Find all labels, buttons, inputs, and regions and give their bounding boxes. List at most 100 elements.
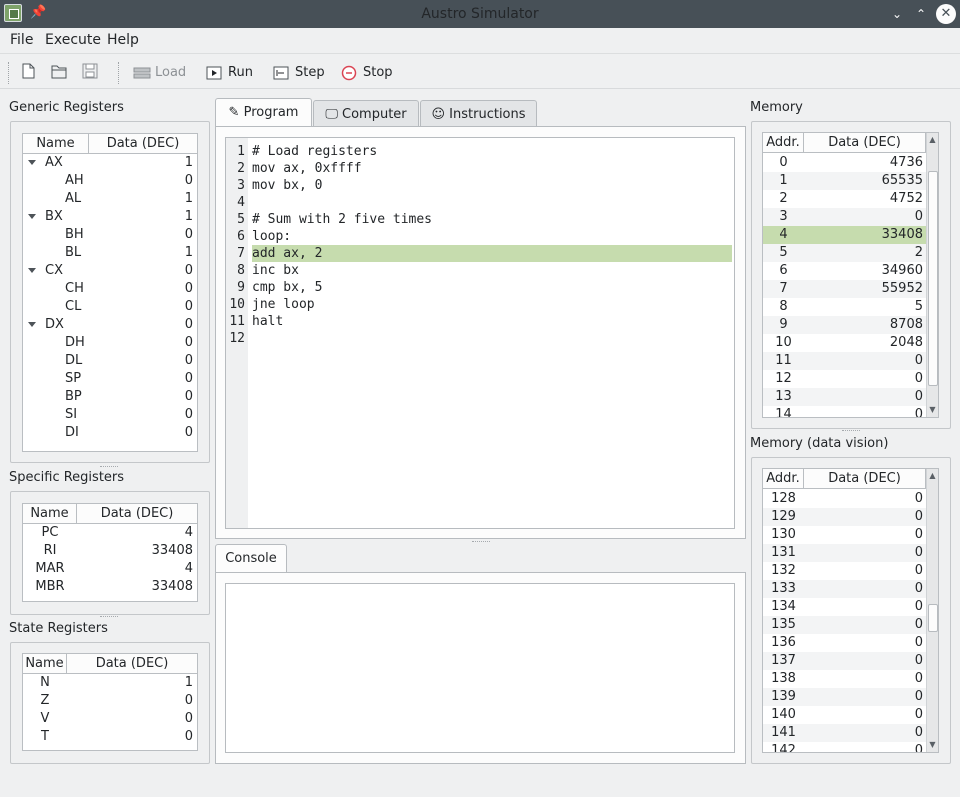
minimize-icon[interactable]: ⌄ — [888, 5, 906, 23]
memory-row[interactable]: 134 0 — [763, 598, 926, 616]
splitter-handle[interactable] — [100, 466, 118, 468]
table-row[interactable]: BP 0 — [23, 388, 197, 406]
state-registers-table[interactable]: Name Data (DEC) N1Z0V0T0 — [22, 653, 198, 751]
column-header-addr[interactable]: Addr. — [763, 469, 804, 489]
column-header-name[interactable]: Name — [23, 134, 89, 154]
table-row[interactable]: MAR 4 — [23, 560, 197, 578]
column-header-name[interactable]: Name — [23, 654, 67, 674]
step-button[interactable]: Step — [273, 62, 325, 84]
table-row[interactable]: AX 1 — [23, 154, 197, 172]
memory-row[interactable]: 30 — [763, 208, 926, 226]
menu-execute[interactable]: Execute — [45, 32, 101, 50]
memory-row[interactable]: 139 0 — [763, 688, 926, 706]
scrollbar-thumb[interactable] — [928, 604, 938, 632]
memory-row[interactable]: 128 0 — [763, 490, 926, 508]
table-row[interactable]: CX 0 — [23, 262, 197, 280]
code-line[interactable]: inc bx — [252, 262, 299, 279]
table-row[interactable]: BH 0 — [23, 226, 197, 244]
splitter-handle[interactable] — [842, 430, 860, 432]
code-line[interactable]: # Sum with 2 five times — [252, 211, 432, 228]
specific-registers-table[interactable]: Name Data (DEC) PC 4 RI 33408 MAR 4 MBR 33408 — [22, 503, 198, 602]
code-line[interactable]: halt — [252, 313, 283, 330]
expand-arrow-icon[interactable] — [28, 214, 36, 219]
memory-row[interactable]: 2 4752 — [763, 190, 926, 208]
expand-arrow-icon[interactable] — [28, 322, 36, 327]
menu-file[interactable]: File — [10, 32, 33, 50]
table-row[interactable]: CL 0 — [23, 298, 197, 316]
new-file-icon[interactable] — [19, 62, 37, 80]
splitter-handle[interactable] — [472, 541, 490, 543]
column-header-data[interactable]: Data (DEC) — [804, 133, 926, 153]
column-header-data[interactable]: Data (DEC) — [89, 134, 197, 154]
table-row[interactable]: DH 0 — [23, 334, 197, 352]
run-button[interactable]: Run — [206, 62, 253, 84]
scroll-down-arrow[interactable]: ▼ — [927, 403, 938, 417]
table-row[interactable]: SP 0 — [23, 370, 197, 388]
memory-row[interactable]: 133 0 — [763, 580, 926, 598]
close-icon[interactable]: ✕ — [936, 4, 956, 24]
tab-program[interactable]: ✎ Program — [215, 98, 312, 127]
splitter-handle[interactable] — [100, 616, 118, 618]
memory-row[interactable]: 6 34960 — [763, 262, 926, 280]
code-line[interactable]: # Load registers — [252, 143, 377, 160]
memory-row[interactable]: 11 0 — [763, 352, 926, 370]
table-row[interactable]: MBR 33408 — [23, 578, 197, 596]
table-row[interactable]: Z0 — [23, 692, 197, 710]
table-row[interactable]: V0 — [23, 710, 197, 728]
memory-row[interactable]: 138 0 — [763, 670, 926, 688]
memory-row[interactable]: 130 0 — [763, 526, 926, 544]
code-line[interactable]: mov ax, 0xffff — [252, 160, 362, 177]
expand-arrow-icon[interactable] — [28, 160, 36, 165]
table-row[interactable]: BL 1 — [23, 244, 197, 262]
tab-instructions[interactable]: ☺ Instructions — [420, 100, 537, 128]
memory-row[interactable]: 10 2048 — [763, 334, 926, 352]
memory-row[interactable]: 13 0 — [763, 388, 926, 406]
memory-row[interactable]: 85 — [763, 298, 926, 316]
memory-row[interactable]: 7 55952 — [763, 280, 926, 298]
menu-help[interactable]: Help — [107, 32, 139, 50]
memory-row[interactable]: 12 0 — [763, 370, 926, 388]
memory-row[interactable]: 132 0 — [763, 562, 926, 580]
tab-computer[interactable]: 🖵 Computer — [313, 100, 419, 128]
memory-row[interactable]: 0 4736 — [763, 154, 926, 172]
table-row[interactable]: T0 — [23, 728, 197, 746]
code-line[interactable]: add ax, 2 — [252, 245, 322, 262]
memory-row[interactable]: 142 0 — [763, 742, 926, 752]
code-line[interactable]: mov bx, 0 — [252, 177, 322, 194]
scroll-down-arrow[interactable]: ▼ — [927, 738, 938, 752]
code-line[interactable]: loop: — [252, 228, 291, 245]
memory-row[interactable]: 9 8708 — [763, 316, 926, 334]
memory-row[interactable]: 136 0 — [763, 634, 926, 652]
memory-data-table[interactable]: Addr. Data (DEC) 128 0 129 0 130 0 131 0 132 0 133… — [762, 468, 939, 753]
maximize-icon[interactable]: ⌃ — [912, 5, 930, 23]
memory-row[interactable]: 141 0 — [763, 724, 926, 742]
memory-scrollbar[interactable]: ▲ ▼ — [926, 133, 938, 417]
table-row[interactable]: DL 0 — [23, 352, 197, 370]
column-header-name[interactable]: Name — [23, 504, 77, 524]
memory-table[interactable]: Addr. Data (DEC) 0 4736 1 65535 2 4752 3 0 4 3340… — [762, 132, 939, 418]
column-header-data[interactable]: Data (DEC) — [77, 504, 197, 524]
table-row[interactable]: AH 0 — [23, 172, 197, 190]
table-row[interactable]: DX 0 — [23, 316, 197, 334]
table-row[interactable]: BX 1 — [23, 208, 197, 226]
table-row[interactable]: N1 — [23, 674, 197, 692]
scroll-up-arrow[interactable]: ▲ — [927, 133, 938, 147]
memory-row[interactable]: 4 33408 — [763, 226, 926, 244]
table-row[interactable]: AL 1 — [23, 190, 197, 208]
table-row[interactable]: CH 0 — [23, 280, 197, 298]
generic-registers-table[interactable]: Name Data (DEC) AX 1 AH 0 AL 1 BX 1 BH 0 BL 1 CX 0 CH 0… — [22, 133, 198, 452]
code-line[interactable]: cmp bx, 5 — [252, 279, 322, 296]
load-button[interactable]: Load — [133, 62, 186, 84]
memory-row[interactable]: 52 — [763, 244, 926, 262]
tab-console[interactable]: Console — [215, 544, 287, 573]
memory-row[interactable]: 140 0 — [763, 706, 926, 724]
memory-row[interactable]: 129 0 — [763, 508, 926, 526]
code-editor[interactable]: 1 # Load registers 2 mov ax, 0xffff 3 mov bx,… — [225, 137, 735, 529]
column-header-data[interactable]: Data (DEC) — [804, 469, 926, 489]
table-row[interactable]: DI 0 — [23, 424, 197, 442]
memory-row[interactable]: 1 65535 — [763, 172, 926, 190]
table-row[interactable]: RI 33408 — [23, 542, 197, 560]
scroll-up-arrow[interactable]: ▲ — [927, 469, 938, 483]
table-row[interactable]: PC 4 — [23, 524, 197, 542]
memory-row[interactable]: 131 0 — [763, 544, 926, 562]
